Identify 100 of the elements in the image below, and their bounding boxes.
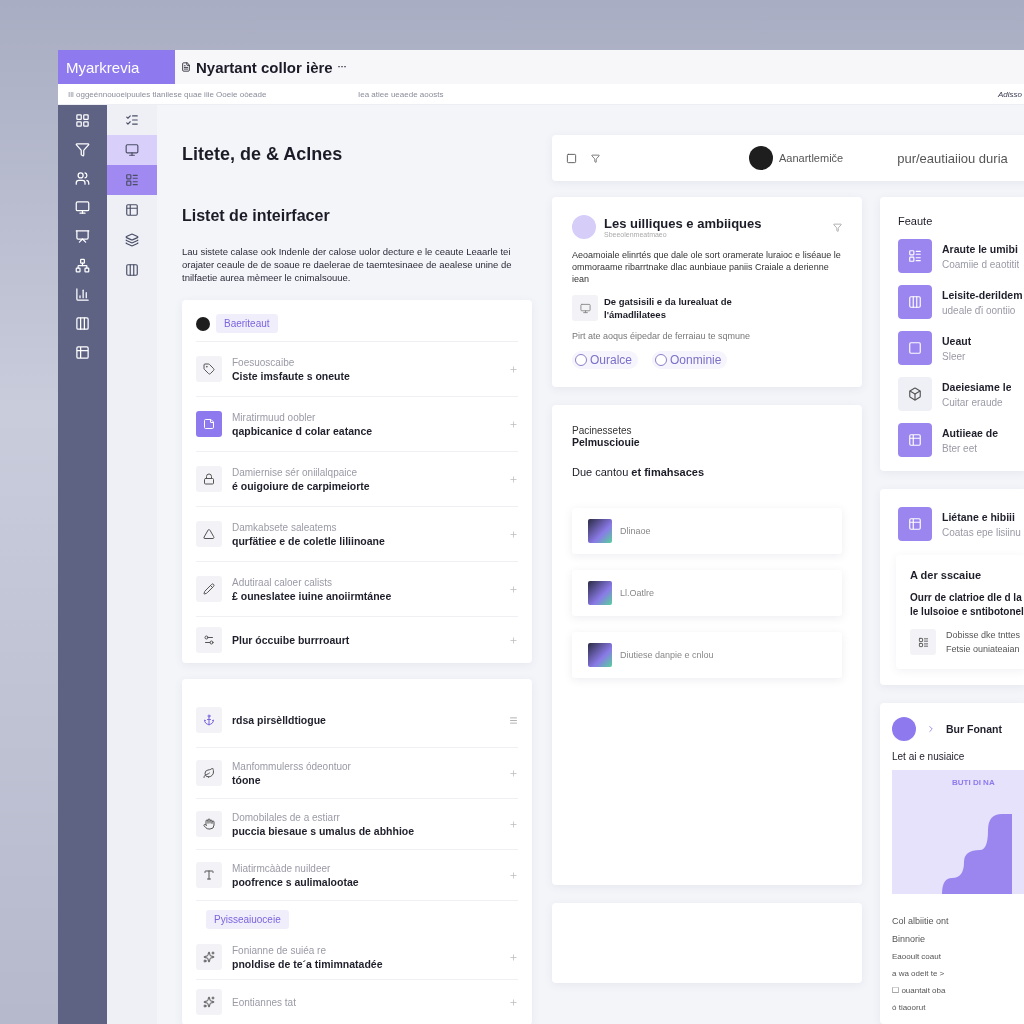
rail-nav-icon[interactable] xyxy=(75,113,90,128)
item-title[interactable]: é ouigoiure de carpimeiorte xyxy=(232,479,499,492)
feature-subtitle: Bter eet xyxy=(942,442,979,454)
feature-icon xyxy=(898,507,932,541)
feature-title[interactable]: Daeiesiame le xyxy=(942,380,1012,393)
item-title[interactable]: qurfätiee e de coletle liliinoane xyxy=(232,534,499,547)
rail-nav-icon[interactable] xyxy=(75,229,90,244)
media-item[interactable]: Diutiese danpie e cnlou xyxy=(572,632,842,678)
intro-paragraph: Lau sistete calase ook Indenle der calose uolor decture e le ceaute Leaarle tei orajater ceaule de de soaue re daelerae de taemtesinaee de aealese unine de tnilfaetie aurea mèmeer le cnimalsouue. xyxy=(182,245,513,284)
item-title[interactable]: poofrence s aulimalootae xyxy=(232,875,499,888)
feature-subtitle: Coamiie d eaotitit xyxy=(942,258,1020,270)
item-label: Miratirmuud oobler xyxy=(232,411,317,423)
rail-nav-icon[interactable] xyxy=(75,345,90,360)
document-icon xyxy=(181,62,191,72)
feature-subtitle: Coatas epe lisiinu xyxy=(942,526,1021,538)
feature-title[interactable]: Leisite-derildem xyxy=(942,288,1023,301)
page-title: Litete, de & Aclnes xyxy=(182,144,344,165)
rail-nav-icon[interactable] xyxy=(75,200,90,215)
subnav-item[interactable] xyxy=(107,135,157,165)
window-title: Nyartant collor ière xyxy=(196,58,333,76)
search-text[interactable]: Iea atiee ueaede aoosts xyxy=(348,89,444,99)
item-label: Eontiannes tat xyxy=(232,996,297,1008)
thumbnail-placeholder xyxy=(588,519,612,543)
item-label: Miatirmcààde nuildeer xyxy=(232,862,332,874)
nav-icon[interactable] xyxy=(125,263,139,277)
item-title: rdsa pirsèlldtiogue xyxy=(232,714,327,726)
card-title: Feaute xyxy=(898,215,934,227)
chevron-icon xyxy=(926,724,936,734)
radio-button[interactable] xyxy=(655,354,668,366)
radio-option[interactable]: Oonminie xyxy=(652,351,728,369)
feature-title[interactable]: Ueaut xyxy=(942,334,972,347)
filter-icon[interactable] xyxy=(591,153,600,163)
item-title[interactable]: qapbicanice d colar eatance xyxy=(232,424,499,437)
item-icon xyxy=(196,862,222,888)
card-line: Due cantou et fimahsaces xyxy=(572,466,706,478)
rail-nav-icon[interactable] xyxy=(75,258,90,273)
feature-title[interactable]: Liétane e hibiii xyxy=(942,510,1021,523)
thumbnail-placeholder xyxy=(588,581,612,605)
feature-text: De gatsisili e da lurealuat de l'ámadlilatees xyxy=(604,295,733,321)
item-label: Manfommulerss ódeontuor xyxy=(232,760,352,772)
chart-caption: Col albiitie ont xyxy=(892,916,950,926)
card-title: Les uilliques e ambiiques xyxy=(604,216,763,231)
feature-icon xyxy=(572,295,598,321)
nav-icon[interactable] xyxy=(125,113,139,127)
legend-text: ó tiaoorut xyxy=(892,1003,927,1012)
item-label: Domobilales de a estiarr xyxy=(232,811,341,823)
chart-tag: BUTI DI NA xyxy=(952,778,995,787)
item-icon xyxy=(910,629,936,655)
nav-icon[interactable] xyxy=(125,173,139,187)
filter-icon[interactable] xyxy=(833,222,842,232)
item-title[interactable]: Ciste imsfaute s oneute xyxy=(232,369,499,382)
card-title: Pelmusciouie xyxy=(572,436,641,448)
category-tag[interactable]: Baeriteaut xyxy=(216,314,278,333)
rail-nav-icon[interactable] xyxy=(75,287,90,302)
feature-title[interactable]: Autiieae de xyxy=(942,426,999,439)
item-label: Adutiraal caloer calists xyxy=(232,576,334,588)
item-label: Damiernise sér oniilalqpaice xyxy=(232,466,359,478)
legend-text: ☐ ouantait oba xyxy=(892,986,947,995)
square-icon[interactable] xyxy=(566,152,577,164)
nav-icon[interactable] xyxy=(125,203,139,217)
avatar-circle xyxy=(572,215,596,239)
category-tag[interactable]: Pyisseaiuoceie xyxy=(206,910,289,929)
item-icon xyxy=(196,707,222,733)
item-title[interactable]: Plur óccuibe burrroaurt xyxy=(232,634,499,646)
inner-text: Ourr de clatrioe dle d la le lulsoioe e sntibotonel xyxy=(910,591,1024,619)
card-paragraph: Aeoamoiale elinrtés que dale ole sort oramerate luraioc e liséaue le ommoraame ribarrtnake dlac aunbiaue paniis Craiale a derienne iean xyxy=(572,249,842,285)
rail-nav-icon[interactable] xyxy=(75,316,90,331)
feature-subtitle: udeale ďi oontiio xyxy=(942,304,1017,316)
item-icon xyxy=(196,760,222,786)
breadcrumb-text: Ill oggeénnouoeipuules tlaniiese quae iiie Ooeie oòeade xyxy=(67,89,268,99)
chart-subtitle: Binnorie xyxy=(892,934,927,944)
rail-nav-icon[interactable] xyxy=(75,142,90,157)
user-name[interactable]: Aanartlemiče xyxy=(779,152,844,164)
item-icon xyxy=(196,989,222,1015)
avatar-circle xyxy=(749,146,773,170)
feature-title[interactable]: Araute le umibi xyxy=(942,242,1020,255)
menu-icon[interactable] xyxy=(509,715,518,725)
legend-text: Eaooult coaut xyxy=(892,952,942,961)
card-kicker: Pacinessetes xyxy=(572,425,633,436)
item-title[interactable]: tóone xyxy=(232,773,499,786)
item-title[interactable]: puccia biesaue s umalus de abhhioe xyxy=(232,824,499,837)
header-headline: pur/eautiaiiou duria xyxy=(897,150,1008,166)
rail-nav-icon[interactable] xyxy=(75,171,90,186)
media-item[interactable]: Ll.Oatlre xyxy=(572,570,842,616)
nav-icon[interactable] xyxy=(125,143,139,157)
item-title[interactable]: pnoldise de te´a timimnatadée xyxy=(232,957,499,970)
item-icon xyxy=(196,627,222,653)
user-link[interactable]: Adisso xyxy=(998,89,1024,99)
media-item[interactable]: Dlinaoe xyxy=(572,508,842,554)
item-title[interactable]: £ ouneslatee iuine anoiirmtánee xyxy=(232,589,499,602)
item-icon xyxy=(196,944,222,970)
subnav-item[interactable] xyxy=(107,165,157,195)
row-subtitle: Fetsie ouniateaian xyxy=(946,644,1021,654)
radio-button[interactable] xyxy=(575,354,587,366)
radio-option[interactable]: Ouralce xyxy=(572,351,639,369)
item-label: Foesuoscaibe xyxy=(232,356,296,368)
nav-icon[interactable] xyxy=(125,233,139,247)
avatar-circle xyxy=(892,717,916,741)
item-label: Fonianne de suiéa re xyxy=(232,944,327,956)
more-menu[interactable]: ··· xyxy=(337,62,347,72)
